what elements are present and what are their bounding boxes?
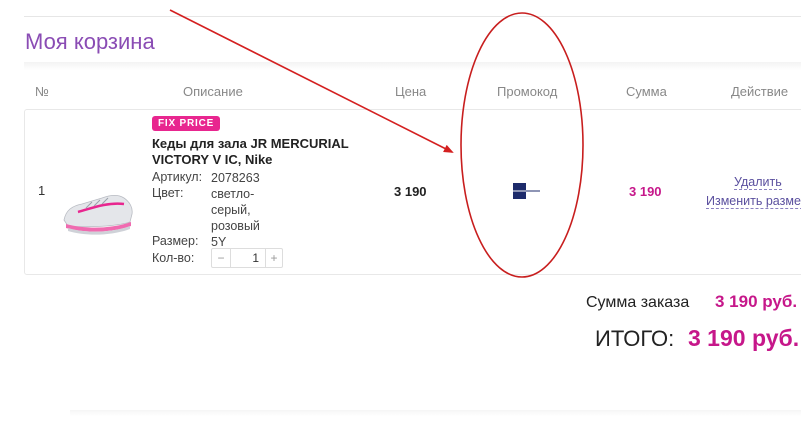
page-title: Моя корзина [25, 29, 155, 54]
product-image[interactable] [58, 168, 138, 240]
header-promo: Промокод [497, 84, 558, 99]
color-label: Цвет: [152, 186, 184, 200]
fix-price-badge: FIX PRICE [152, 116, 221, 131]
grand-total-value: 3 190 руб. [688, 325, 800, 351]
size-label: Размер: [152, 234, 199, 248]
header-sum: Сумма [626, 84, 667, 99]
header-description: Описание [183, 84, 243, 99]
grand-total-label: ИТОГО: [595, 326, 675, 351]
delete-link[interactable]: Удалить [734, 175, 782, 190]
top-divider [24, 16, 801, 17]
order-sum-value: 3 190 руб. [715, 292, 798, 311]
header-price: Цена [395, 84, 427, 99]
quantity-decrease-button[interactable]: − [212, 249, 231, 267]
quantity-stepper: − 1 + [211, 248, 283, 268]
row-number: 1 [38, 183, 46, 198]
header-number: № [35, 84, 49, 99]
item-sum: 3 190 [629, 184, 662, 199]
article-label: Артикул: [152, 170, 203, 184]
order-sum-label: Сумма заказа [586, 294, 690, 311]
quantity-input[interactable]: 1 [231, 249, 263, 267]
product-name[interactable]: Кеды для зала JR MERCURIAL VICTORY V IC,… [152, 136, 367, 168]
bottom-divider [70, 410, 801, 416]
edit-size-link[interactable]: Изменить размер [706, 194, 801, 209]
item-price: 3 190 [394, 184, 427, 199]
cart-page: Моя корзина № Описание Цена Промокод Сум… [0, 0, 801, 434]
title-divider [24, 62, 801, 70]
header-action: Действие [731, 84, 789, 99]
quantity-label: Кол-во: [152, 251, 195, 265]
color-value: светло-серый, розовый [211, 187, 260, 233]
flag-icon[interactable] [513, 182, 543, 200]
quantity-increase-button[interactable]: + [265, 249, 282, 267]
article-value: 2078263 [211, 171, 260, 185]
